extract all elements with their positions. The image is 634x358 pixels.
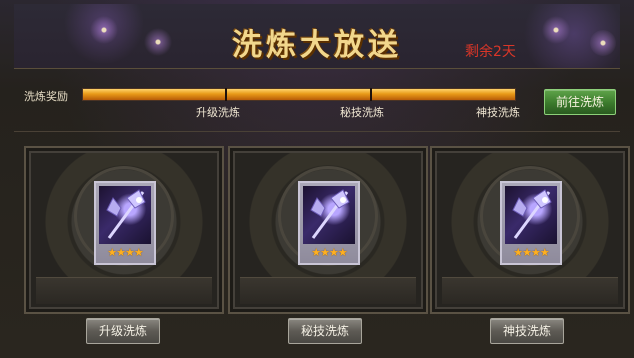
divider bbox=[14, 131, 620, 132]
milestone-label: 神技洗炼 bbox=[476, 106, 520, 119]
star-rating: ★★★★ bbox=[311, 246, 347, 259]
divine-skill-refine-button[interactable]: 神技洗炼 bbox=[490, 318, 564, 344]
event-panel: 洗炼大放送 剩余2天 洗炼奖励 升级洗炼 秘技洗炼 神技洗炼 前往洗炼 ★★★★ bbox=[0, 0, 634, 358]
progress-label: 洗炼奖励 bbox=[24, 90, 68, 103]
reward-item[interactable]: ★★★★ bbox=[500, 181, 562, 265]
goto-refine-button[interactable]: 前往洗炼 bbox=[544, 89, 616, 115]
polearm-weapon-icon bbox=[303, 186, 355, 244]
milestone-label: 升级洗炼 bbox=[196, 106, 240, 119]
reward-progress-bar bbox=[82, 88, 516, 101]
secret-skill-refine-button[interactable]: 秘技洗炼 bbox=[288, 318, 362, 344]
star-rating: ★★★★ bbox=[107, 246, 143, 259]
progress-divider bbox=[225, 88, 227, 101]
polearm-weapon-icon bbox=[99, 186, 151, 244]
event-title: 洗炼大放送 bbox=[232, 28, 402, 63]
progress-divider bbox=[370, 88, 372, 101]
card-pedestal bbox=[442, 277, 618, 304]
upgrade-refine-button[interactable]: 升级洗炼 bbox=[86, 318, 160, 344]
event-banner: 洗炼大放送 剩余2天 bbox=[14, 4, 620, 69]
reward-card: ★★★★ bbox=[228, 146, 428, 314]
milestone-label: 秘技洗炼 bbox=[340, 106, 384, 119]
days-remaining: 剩余2天 bbox=[465, 44, 516, 60]
card-pedestal bbox=[36, 277, 212, 304]
card-pedestal bbox=[240, 277, 416, 304]
progress-fill bbox=[83, 89, 515, 100]
reward-item[interactable]: ★★★★ bbox=[298, 181, 360, 265]
reward-card: ★★★★ bbox=[430, 146, 630, 314]
reward-item[interactable]: ★★★★ bbox=[94, 181, 156, 265]
star-rating: ★★★★ bbox=[513, 246, 549, 259]
reward-card: ★★★★ bbox=[24, 146, 224, 314]
polearm-weapon-icon bbox=[505, 186, 557, 244]
